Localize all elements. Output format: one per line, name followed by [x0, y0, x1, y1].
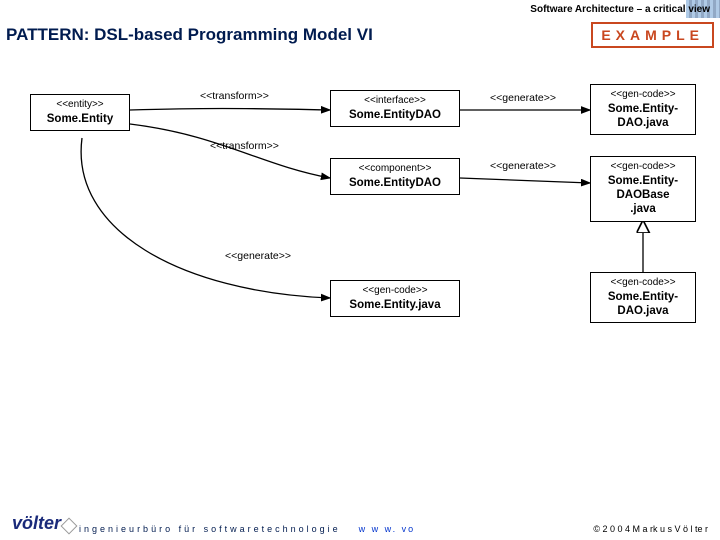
node-label: Some.EntityDAO: [337, 176, 453, 190]
node-entity-dao-java: <<gen-code>> Some.Entity- DAO.java: [590, 84, 696, 135]
node-label: Some.Entity- DAOBase .java: [597, 174, 689, 217]
node-stereo: <<interface>>: [337, 95, 453, 108]
edge-label-generate-1: <<generate>>: [490, 92, 556, 104]
node-label: Some.Entity: [37, 112, 123, 126]
footer-url: w w w. vo: [359, 524, 416, 534]
node-stereo: <<gen-code>>: [597, 89, 689, 102]
node-interface-dao: <<interface>> Some.EntityDAO: [330, 90, 460, 127]
footer-tagline: ingenieurbüro für softwaretechnologie: [79, 524, 341, 534]
node-stereo: <<gen-code>>: [597, 161, 689, 174]
node-component-dao: <<component>> Some.EntityDAO: [330, 158, 460, 195]
node-stereo: <<gen-code>>: [597, 277, 689, 290]
node-stereo: <<component>>: [337, 163, 453, 176]
edge-label-generate-2: <<generate>>: [490, 160, 556, 172]
footer-left: völter ingenieurbüro für softwaretechnol…: [12, 513, 415, 534]
node-stereo: <<entity>>: [37, 99, 123, 112]
footer-copyright: © 2 0 0 4 M a rk u s V ö l te r: [593, 524, 708, 534]
breadcrumb: Software Architecture – a critical view: [530, 4, 710, 15]
example-badge: EXAMPLE: [591, 22, 714, 48]
edge-label-transform-1: <<transform>>: [200, 90, 269, 102]
logo: völter: [12, 513, 61, 534]
diagram: <<entity>> Some.Entity <<interface>> Som…: [0, 60, 720, 480]
node-entity-dao-java-2: <<gen-code>> Some.Entity- DAO.java: [590, 272, 696, 323]
footer: völter ingenieurbüro für softwaretechnol…: [12, 513, 708, 534]
node-entity: <<entity>> Some.Entity: [30, 94, 130, 131]
node-label: Some.EntityDAO: [337, 108, 453, 122]
edge-label-generate-3: <<generate>>: [225, 250, 291, 262]
node-label: Some.Entity- DAO.java: [597, 102, 689, 131]
node-stereo: <<gen-code>>: [337, 285, 453, 298]
node-entity-dao-base: <<gen-code>> Some.Entity- DAOBase .java: [590, 156, 696, 222]
edge-label-transform-2: <<transform>>: [210, 140, 279, 152]
title-row: PATTERN: DSL-based Programming Model VI …: [6, 22, 714, 48]
node-label: Some.Entity- DAO.java: [597, 290, 689, 319]
node-label: Some.Entity.java: [337, 298, 453, 312]
node-entity-java: <<gen-code>> Some.Entity.java: [330, 280, 460, 317]
page-title: PATTERN: DSL-based Programming Model VI: [6, 25, 373, 45]
